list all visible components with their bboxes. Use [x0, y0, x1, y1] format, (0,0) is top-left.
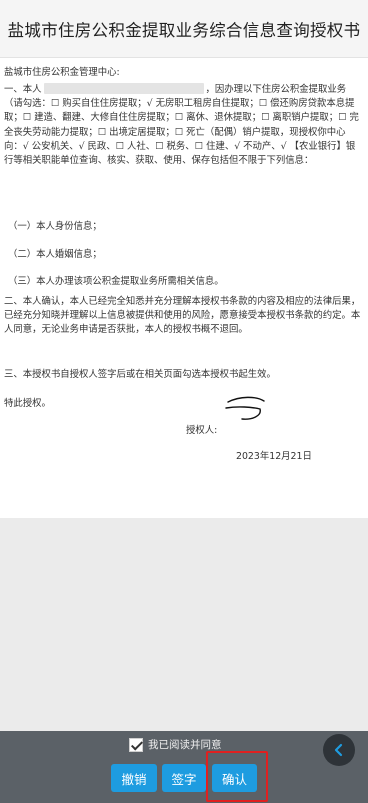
action-bar: 我已阅读并同意 撤销 签字 确认 — [0, 731, 368, 803]
sign-button[interactable]: 签字 — [162, 764, 206, 792]
closing-line: 特此授权。 — [4, 398, 51, 409]
signature-image — [225, 396, 265, 420]
addressee: 盐城市住房公积金管理中心: — [4, 67, 120, 78]
paragraph-1: 一、本人 ，因办理以下住房公积金提取业务（请勾选：☐ 购买自住住房提取；√ 无房职… — [4, 83, 361, 168]
title-bar: 盐城市住房公积金提取业务综合信息查询授权书 — [0, 0, 368, 58]
paragraph-3: 三、本授权书自授权人签字后或在相关页面勾选本授权书起生效。 — [4, 369, 276, 380]
paragraph-2: 二、本人确认，本人已经完全知悉并充分理解本授权书条款的内容及相应的法律后果，已经… — [4, 296, 361, 336]
item-marriage-info: （二）本人婚姻信息； — [8, 249, 102, 260]
agree-checkbox[interactable] — [129, 737, 143, 752]
back-button[interactable] — [323, 734, 355, 766]
item-business-info: （三）本人办理该项公积金提取业务所需相关信息。 — [8, 276, 224, 287]
redacted-name — [43, 83, 204, 94]
authorization-document: 盐城市住房公积金管理中心: 一、本人 ，因办理以下住房公积金提取业务（请勾选：☐ … — [0, 58, 368, 518]
sign-date: 2023年12月21日 — [236, 451, 312, 462]
cancel-button[interactable]: 撤销 — [111, 764, 157, 792]
confirm-highlight-box — [206, 751, 268, 802]
paragraph-1-prefix: 一、本人 — [4, 84, 42, 95]
sign-label: 授权人: — [186, 425, 218, 436]
item-identity-info: （一）本人身份信息； — [8, 221, 102, 232]
paragraph-1-body: ，因办理以下住房公积金提取业务（请勾选：☐ 购买自住住房提取；√ 无房职工租房自… — [4, 84, 359, 167]
chevron-left-icon — [334, 743, 343, 757]
agree-label: 我已阅读并同意 — [148, 739, 222, 751]
blank-area — [0, 518, 368, 731]
page-title: 盐城市住房公积金提取业务综合信息查询授权书 — [7, 20, 361, 40]
agree-row[interactable]: 我已阅读并同意 — [129, 737, 222, 752]
